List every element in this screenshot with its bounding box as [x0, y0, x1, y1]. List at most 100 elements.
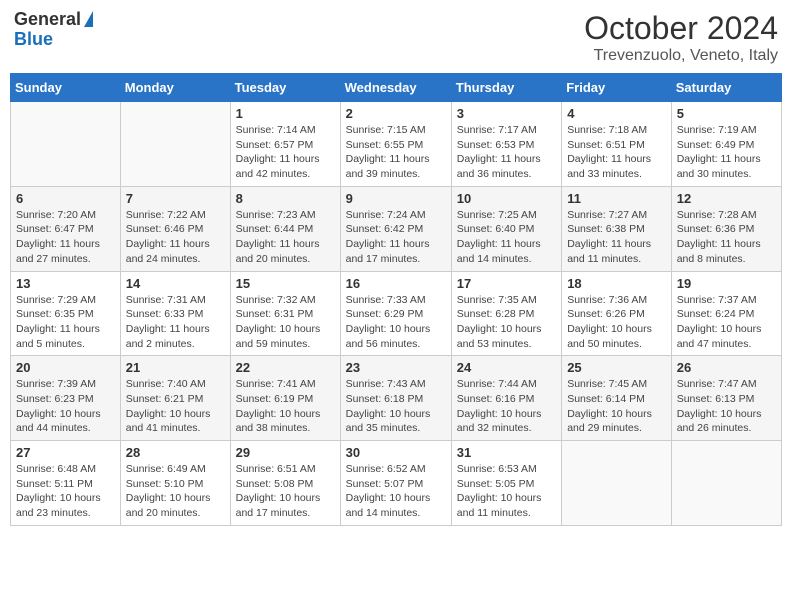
day-number: 30	[346, 445, 446, 460]
day-info: Sunrise: 7:19 AM Sunset: 6:49 PM Dayligh…	[677, 123, 776, 182]
header-tuesday: Tuesday	[230, 74, 340, 102]
day-number: 2	[346, 106, 446, 121]
day-cell: 8 Sunrise: 7:23 AM Sunset: 6:44 PM Daylig…	[230, 186, 340, 271]
day-number: 29	[236, 445, 335, 460]
day-info: Sunrise: 7:15 AM Sunset: 6:55 PM Dayligh…	[346, 123, 446, 182]
week-row-0: 1 Sunrise: 7:14 AM Sunset: 6:57 PM Daylig…	[11, 102, 782, 187]
day-number: 31	[457, 445, 556, 460]
header-wednesday: Wednesday	[340, 74, 451, 102]
logo-icon	[84, 11, 93, 27]
day-number: 15	[236, 276, 335, 291]
day-number: 6	[16, 191, 115, 206]
day-info: Sunrise: 7:33 AM Sunset: 6:29 PM Dayligh…	[346, 293, 446, 352]
day-cell: 24 Sunrise: 7:44 AM Sunset: 6:16 PM Dayli…	[451, 356, 561, 441]
calendar-table: SundayMondayTuesdayWednesdayThursdayFrid…	[10, 73, 782, 526]
week-row-4: 27 Sunrise: 6:48 AM Sunset: 5:11 PM Dayli…	[11, 441, 782, 526]
day-cell: 22Sunrise: 7:41 AM Sunset: 6:19 PM Dayli…	[230, 356, 340, 441]
day-number: 5	[677, 106, 776, 121]
day-cell: 5 Sunrise: 7:19 AM Sunset: 6:49 PM Daylig…	[671, 102, 781, 187]
day-cell: 9Sunrise: 7:24 AM Sunset: 6:42 PM Daylig…	[340, 186, 451, 271]
day-cell: 28 Sunrise: 6:49 AM Sunset: 5:10 PM Dayli…	[120, 441, 230, 526]
day-cell: 10Sunrise: 7:25 AM Sunset: 6:40 PM Dayli…	[451, 186, 561, 271]
day-info: Sunrise: 7:39 AM Sunset: 6:23 PM Dayligh…	[16, 377, 115, 436]
day-cell: 11Sunrise: 7:27 AM Sunset: 6:38 PM Dayli…	[562, 186, 672, 271]
day-info: Sunrise: 7:25 AM Sunset: 6:40 PM Dayligh…	[457, 208, 556, 267]
day-cell: 30Sunrise: 6:52 AM Sunset: 5:07 PM Dayli…	[340, 441, 451, 526]
week-row-2: 13 Sunrise: 7:29 AM Sunset: 6:35 PM Dayli…	[11, 271, 782, 356]
day-info: Sunrise: 7:37 AM Sunset: 6:24 PM Dayligh…	[677, 293, 776, 352]
day-number: 3	[457, 106, 556, 121]
day-number: 13	[16, 276, 115, 291]
day-number: 1	[236, 106, 335, 121]
day-cell: 25 Sunrise: 7:45 AM Sunset: 6:14 PM Dayli…	[562, 356, 672, 441]
day-cell: 29 Sunrise: 6:51 AM Sunset: 5:08 PM Dayli…	[230, 441, 340, 526]
day-number: 21	[126, 360, 225, 375]
day-info: Sunrise: 7:14 AM Sunset: 6:57 PM Dayligh…	[236, 123, 335, 182]
day-number: 26	[677, 360, 776, 375]
header-friday: Friday	[562, 74, 672, 102]
day-cell: 23Sunrise: 7:43 AM Sunset: 6:18 PM Dayli…	[340, 356, 451, 441]
location-title: Trevenzuolo, Veneto, Italy	[584, 47, 778, 65]
logo-blue: Blue	[14, 30, 53, 50]
day-cell: 1 Sunrise: 7:14 AM Sunset: 6:57 PM Daylig…	[230, 102, 340, 187]
day-info: Sunrise: 7:29 AM Sunset: 6:35 PM Dayligh…	[16, 293, 115, 352]
page-header: General Blue October 2024 Trevenzuolo, V…	[10, 10, 782, 65]
header-thursday: Thursday	[451, 74, 561, 102]
day-cell: 7Sunrise: 7:22 AM Sunset: 6:46 PM Daylig…	[120, 186, 230, 271]
day-number: 27	[16, 445, 115, 460]
day-info: Sunrise: 7:47 AM Sunset: 6:13 PM Dayligh…	[677, 377, 776, 436]
day-number: 16	[346, 276, 446, 291]
header-saturday: Saturday	[671, 74, 781, 102]
header-sunday: Sunday	[11, 74, 121, 102]
day-cell: 17Sunrise: 7:35 AM Sunset: 6:28 PM Dayli…	[451, 271, 561, 356]
day-number: 20	[16, 360, 115, 375]
day-cell: 16 Sunrise: 7:33 AM Sunset: 6:29 PM Dayli…	[340, 271, 451, 356]
month-title: October 2024	[584, 10, 778, 47]
day-number: 8	[236, 191, 335, 206]
week-row-3: 20 Sunrise: 7:39 AM Sunset: 6:23 PM Dayli…	[11, 356, 782, 441]
day-number: 19	[677, 276, 776, 291]
day-info: Sunrise: 7:40 AM Sunset: 6:21 PM Dayligh…	[126, 377, 225, 436]
day-info: Sunrise: 7:44 AM Sunset: 6:16 PM Dayligh…	[457, 377, 556, 436]
day-info: Sunrise: 7:20 AM Sunset: 6:47 PM Dayligh…	[16, 208, 115, 267]
day-info: Sunrise: 7:28 AM Sunset: 6:36 PM Dayligh…	[677, 208, 776, 267]
day-cell	[562, 441, 672, 526]
day-number: 23	[346, 360, 446, 375]
day-info: Sunrise: 6:51 AM Sunset: 5:08 PM Dayligh…	[236, 462, 335, 521]
header-monday: Monday	[120, 74, 230, 102]
day-cell: 31Sunrise: 6:53 AM Sunset: 5:05 PM Dayli…	[451, 441, 561, 526]
day-cell: 3 Sunrise: 7:17 AM Sunset: 6:53 PM Daylig…	[451, 102, 561, 187]
day-cell: 27 Sunrise: 6:48 AM Sunset: 5:11 PM Dayli…	[11, 441, 121, 526]
day-info: Sunrise: 6:48 AM Sunset: 5:11 PM Dayligh…	[16, 462, 115, 521]
day-cell	[120, 102, 230, 187]
day-info: Sunrise: 7:31 AM Sunset: 6:33 PM Dayligh…	[126, 293, 225, 352]
day-info: Sunrise: 7:17 AM Sunset: 6:53 PM Dayligh…	[457, 123, 556, 182]
day-info: Sunrise: 7:18 AM Sunset: 6:51 PM Dayligh…	[567, 123, 666, 182]
day-cell	[671, 441, 781, 526]
day-number: 28	[126, 445, 225, 460]
day-number: 4	[567, 106, 666, 121]
day-number: 9	[346, 191, 446, 206]
day-cell: 14 Sunrise: 7:31 AM Sunset: 6:33 PM Dayli…	[120, 271, 230, 356]
day-number: 17	[457, 276, 556, 291]
day-info: Sunrise: 7:36 AM Sunset: 6:26 PM Dayligh…	[567, 293, 666, 352]
day-cell: 2 Sunrise: 7:15 AM Sunset: 6:55 PM Daylig…	[340, 102, 451, 187]
day-info: Sunrise: 7:27 AM Sunset: 6:38 PM Dayligh…	[567, 208, 666, 267]
day-cell: 19 Sunrise: 7:37 AM Sunset: 6:24 PM Dayli…	[671, 271, 781, 356]
day-cell: 12Sunrise: 7:28 AM Sunset: 6:36 PM Dayli…	[671, 186, 781, 271]
day-cell: 26 Sunrise: 7:47 AM Sunset: 6:13 PM Dayli…	[671, 356, 781, 441]
day-cell: 6 Sunrise: 7:20 AM Sunset: 6:47 PM Daylig…	[11, 186, 121, 271]
day-number: 25	[567, 360, 666, 375]
logo-general: General	[14, 10, 81, 30]
day-info: Sunrise: 7:32 AM Sunset: 6:31 PM Dayligh…	[236, 293, 335, 352]
logo: General Blue	[14, 10, 93, 50]
day-number: 22	[236, 360, 335, 375]
day-number: 24	[457, 360, 556, 375]
day-info: Sunrise: 7:45 AM Sunset: 6:14 PM Dayligh…	[567, 377, 666, 436]
day-cell: 13 Sunrise: 7:29 AM Sunset: 6:35 PM Dayli…	[11, 271, 121, 356]
title-section: October 2024 Trevenzuolo, Veneto, Italy	[584, 10, 778, 65]
day-info: Sunrise: 7:23 AM Sunset: 6:44 PM Dayligh…	[236, 208, 335, 267]
day-number: 14	[126, 276, 225, 291]
day-cell	[11, 102, 121, 187]
day-info: Sunrise: 6:49 AM Sunset: 5:10 PM Dayligh…	[126, 462, 225, 521]
